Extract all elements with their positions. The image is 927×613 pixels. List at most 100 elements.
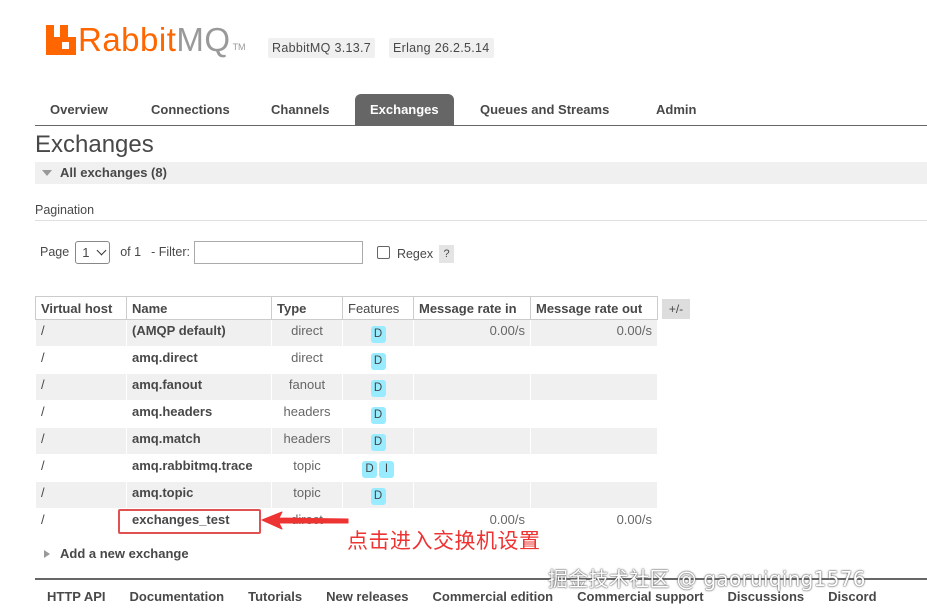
exchange-name-link[interactable]: amq.direct (126, 346, 272, 374)
durable-badge: D (370, 434, 386, 451)
regex-help-button[interactable]: ? (439, 245, 455, 263)
cell-rate-out (530, 346, 658, 374)
durable-badge: D (370, 407, 386, 424)
cell-features: D (342, 346, 414, 374)
collapse-triangle-icon (42, 170, 52, 176)
cell-type: headers (271, 400, 343, 428)
column-features: Features (342, 296, 414, 320)
tab-admin[interactable]: Admin (641, 94, 711, 126)
table-row: / (AMQP default) direct D 0.00/s 0.00/s (35, 319, 658, 347)
cell-vhost: / (35, 508, 127, 536)
add-new-exchange-label: Add a new exchange (60, 546, 189, 561)
table-row: / amq.match headers D (35, 427, 658, 455)
pagination-divider (35, 220, 927, 221)
cell-features: DI (342, 454, 414, 482)
footer-link-commercial-edition[interactable]: Commercial edition (432, 589, 553, 604)
cell-vhost: / (35, 400, 127, 428)
pager: Page 1 of 1 - Filter: Regex ? (40, 239, 455, 265)
tab-channels[interactable]: Channels (256, 94, 345, 126)
annotation-text: 点击进入交换机设置 (347, 529, 541, 553)
add-new-exchange-toggle[interactable]: Add a new exchange (44, 546, 189, 561)
section-title: All exchanges (8) (60, 165, 167, 180)
column-toggle-button[interactable]: +/- (662, 299, 690, 319)
cell-rate-out: 0.00/s (530, 508, 658, 536)
page-select-value: 1 (82, 244, 90, 260)
page-select[interactable]: 1 (75, 240, 111, 264)
column-name[interactable]: Name (126, 296, 272, 320)
cell-rate-in (413, 346, 531, 374)
table-row: / amq.rabbitmq.trace topic DI (35, 454, 658, 482)
exchange-name-link[interactable]: amq.rabbitmq.trace (126, 454, 272, 482)
cell-type: headers (271, 427, 343, 455)
logo-text: RabbitMQ (78, 21, 231, 58)
durable-badge: D (370, 488, 386, 505)
table-row: / amq.fanout fanout D (35, 373, 658, 401)
footer-link-documentation[interactable]: Documentation (130, 589, 225, 604)
page-title: Exchanges (35, 131, 154, 158)
durable-badge: D (370, 353, 386, 370)
filter-input[interactable] (193, 240, 363, 264)
cell-features: D (342, 427, 414, 455)
column-virtual-host[interactable]: Virtual host (35, 296, 127, 320)
chevron-down-icon (96, 245, 107, 255)
column-message-rate-out[interactable]: Message rate out (530, 296, 658, 320)
cell-vhost: / (35, 319, 127, 347)
erlang-version-badge: Erlang 26.2.5.14 (389, 38, 494, 58)
rabbitmq-logo-icon (46, 25, 76, 55)
cell-rate-in (413, 427, 531, 455)
watermark: 掘金技术社区 @ gaoruiqing1576 (548, 567, 866, 591)
cell-vhost: / (35, 427, 127, 455)
durable-badge: D (370, 326, 386, 343)
exchange-name-link[interactable]: (AMQP default) (126, 319, 272, 347)
cell-vhost: / (35, 346, 127, 374)
cell-rate-in (413, 373, 531, 401)
annotation-highlight-box (118, 509, 261, 534)
cell-rate-out: 0.00/s (530, 319, 658, 347)
tab-overview[interactable]: Overview (35, 94, 123, 126)
durable-badge: D (370, 380, 386, 397)
cell-rate-out (530, 427, 658, 455)
cell-rate-in (413, 400, 531, 428)
cell-type: fanout (271, 373, 343, 401)
filter-label: - Filter: (151, 245, 190, 259)
annotation-arrow-icon (261, 511, 349, 530)
exchange-name-link[interactable]: amq.fanout (126, 373, 272, 401)
tab-connections[interactable]: Connections (136, 94, 245, 126)
exchange-name-link[interactable]: amq.match (126, 427, 272, 455)
pagination-label: Pagination (35, 203, 95, 217)
page-count: of 1 (120, 245, 142, 259)
tab-exchanges[interactable]: Exchanges (355, 94, 454, 126)
regex-label: Regex (396, 247, 434, 261)
internal-badge: I (379, 461, 394, 478)
cell-vhost: / (35, 373, 127, 401)
cell-rate-out (530, 400, 658, 428)
exchange-name-link[interactable]: amq.topic (126, 481, 272, 509)
cell-type: topic (271, 481, 343, 509)
exchange-name-link[interactable]: amq.headers (126, 400, 272, 428)
exchanges-table: Virtual host Name Type Features Message … (35, 296, 658, 536)
rabbitmq-logo[interactable]: RabbitMQ TM (46, 22, 246, 58)
column-type[interactable]: Type (271, 296, 343, 320)
cell-type: direct (271, 319, 343, 347)
cell-type: topic (271, 454, 343, 482)
main-nav: Overview Connections Channels Exchanges … (35, 94, 927, 126)
table-row: / amq.direct direct D (35, 346, 658, 374)
page-label: Page (40, 245, 70, 259)
cell-rate-in: 0.00/s (413, 319, 531, 347)
cell-rate-out (530, 454, 658, 482)
tab-queues-and-streams[interactable]: Queues and Streams (465, 94, 624, 126)
cell-features: D (342, 373, 414, 401)
table-row: / amq.topic topic D (35, 481, 658, 509)
cell-rate-out (530, 373, 658, 401)
footer-link-new-releases[interactable]: New releases (326, 589, 408, 604)
durable-badge: D (362, 461, 377, 478)
all-exchanges-section-toggle[interactable]: All exchanges (8) (35, 162, 927, 184)
footer-link-tutorials[interactable]: Tutorials (248, 589, 302, 604)
regex-checkbox[interactable] (376, 245, 390, 259)
cell-features: D (342, 481, 414, 509)
column-message-rate-in[interactable]: Message rate in (413, 296, 531, 320)
cell-vhost: / (35, 454, 127, 482)
cell-rate-out (530, 481, 658, 509)
cell-features: D (342, 400, 414, 428)
footer-link-http-api[interactable]: HTTP API (47, 589, 106, 604)
